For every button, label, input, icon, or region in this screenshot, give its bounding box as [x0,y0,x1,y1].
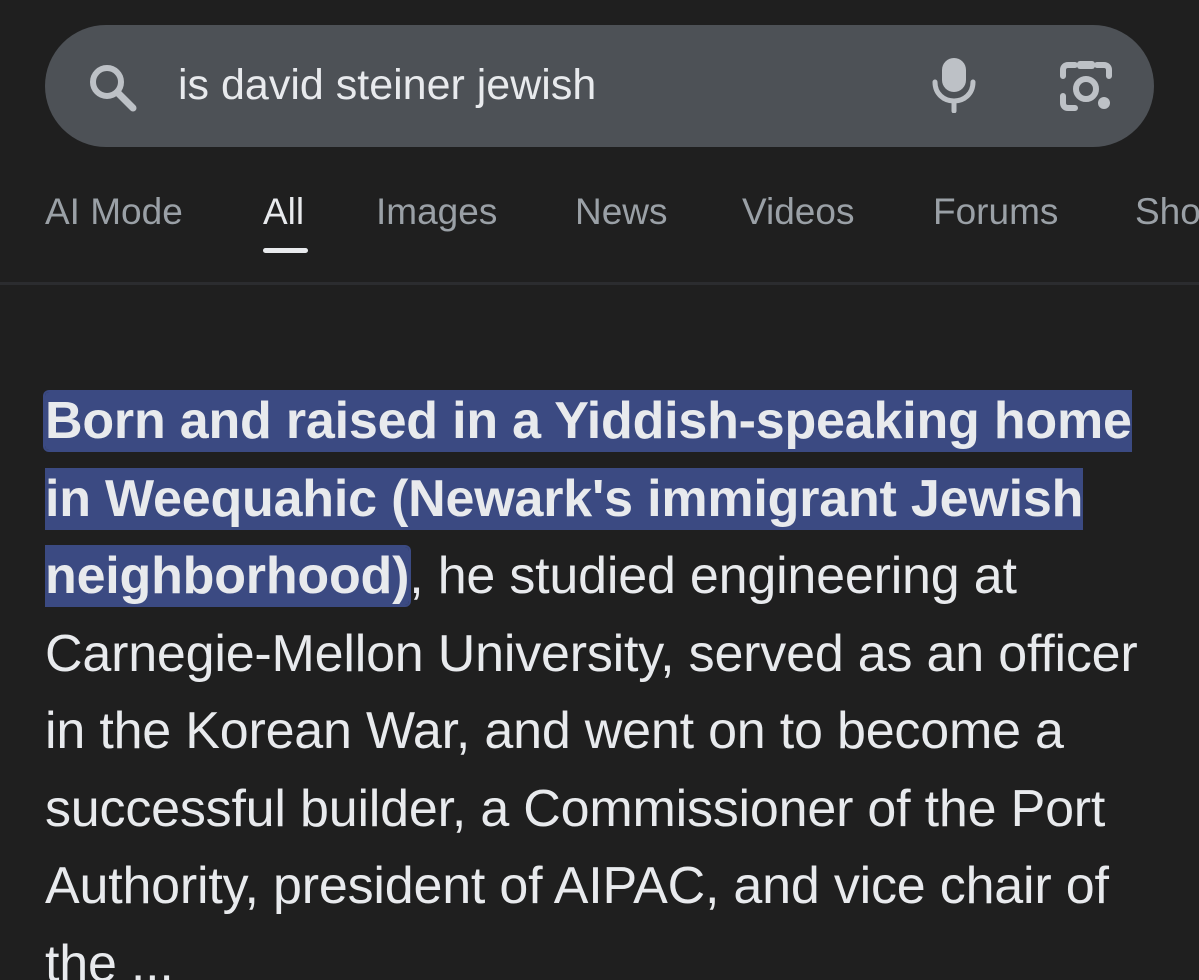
search-results-page: AI Mode All Images News Videos Forums Sh… [0,0,1199,980]
tab-images[interactable]: Images [376,187,497,247]
tab-all[interactable]: All [263,187,304,247]
search-tabs: AI Mode All Images News Videos Forums Sh… [0,170,1199,282]
tabs-divider [0,282,1199,285]
tab-shopping[interactable]: Sho [1135,187,1199,247]
tab-forums[interactable]: Forums [933,187,1058,247]
answer-continuation: , he studied engineering at Carnegie-Mel… [45,547,1138,980]
answer-text: Born and raised in a Yiddish-speaking ho… [45,383,1165,980]
search-icon[interactable] [84,59,140,115]
tab-news[interactable]: News [575,187,668,247]
microphone-icon[interactable] [925,55,983,113]
search-input[interactable] [178,53,878,117]
tab-ai-mode[interactable]: AI Mode [45,187,183,247]
tab-videos[interactable]: Videos [742,187,854,247]
active-tab-indicator [263,248,308,253]
camera-lens-icon[interactable] [1055,58,1117,116]
